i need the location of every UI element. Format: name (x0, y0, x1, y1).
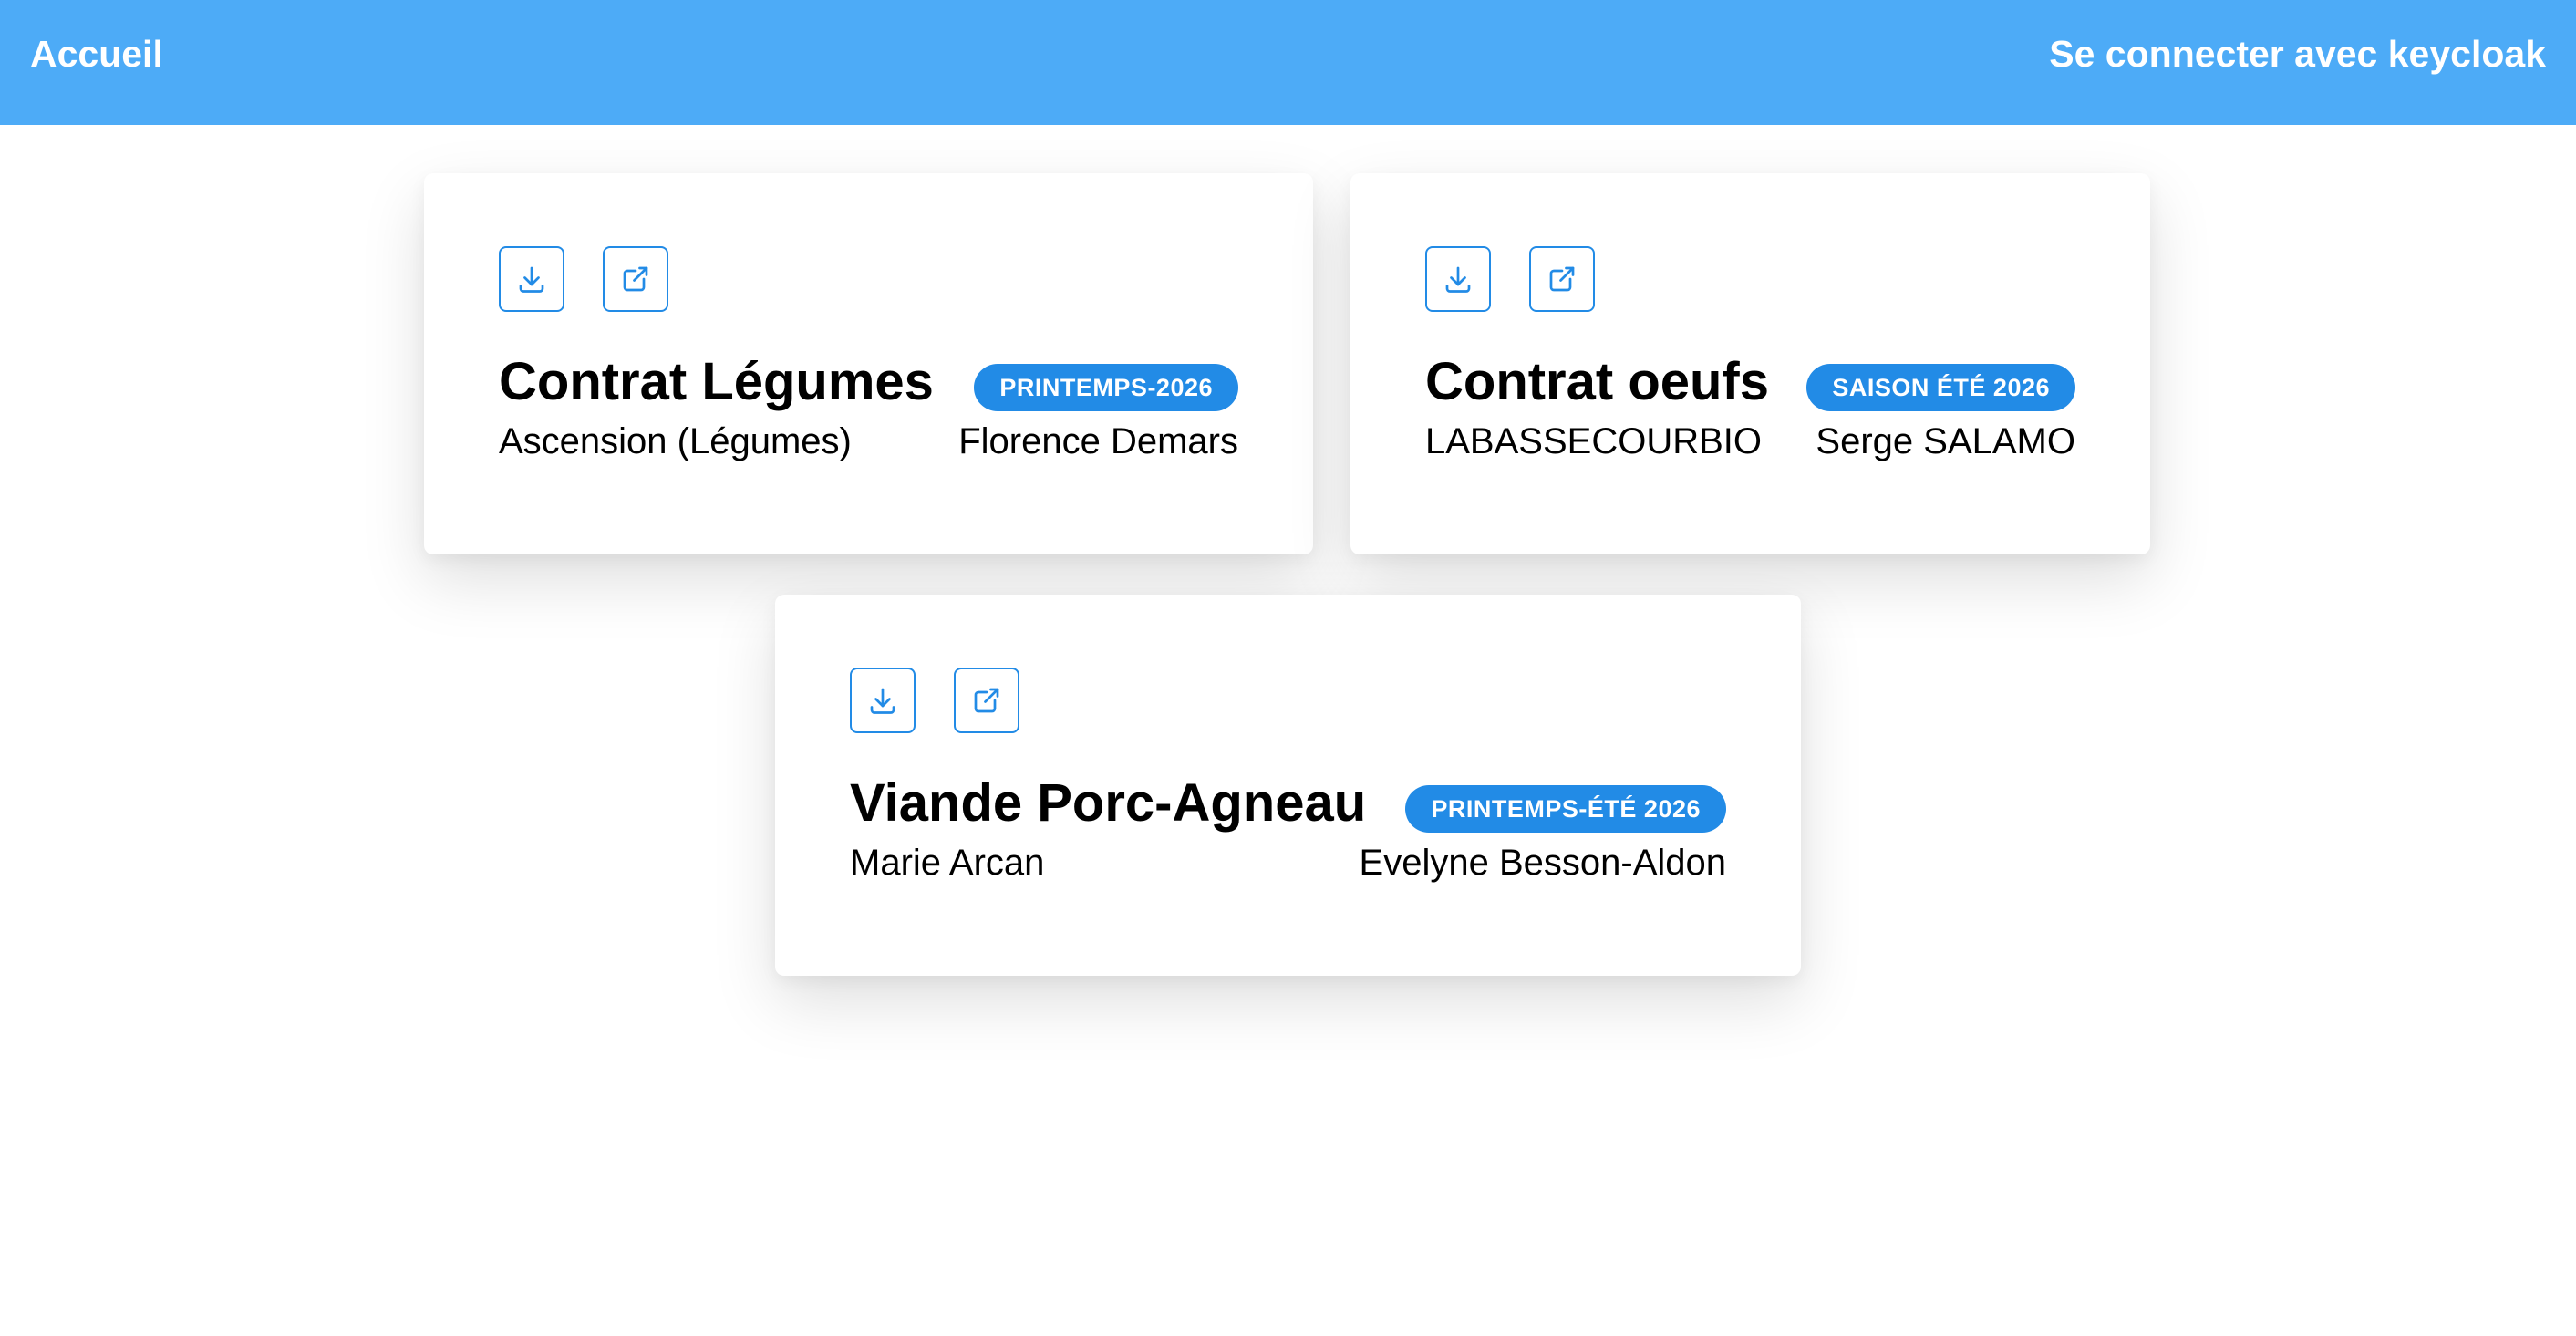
download-button[interactable] (850, 668, 916, 733)
keycloak-login-link[interactable]: Se connecter avec keycloak (2049, 0, 2546, 109)
season-badge: SAISON ÉTÉ 2026 (1806, 364, 2075, 411)
external-link-icon (1549, 266, 1575, 292)
producer-name: Marie Arcan (850, 843, 1045, 883)
card-title-row: Contrat oeufs SAISON ÉTÉ 2026 (1425, 351, 2075, 413)
referent-name: Florence Demars (958, 421, 1238, 461)
referent-name: Serge SALAMO (1816, 421, 2075, 461)
season-badge: PRINTEMPS-ÉTÉ 2026 (1405, 785, 1726, 833)
download-button[interactable] (1425, 246, 1491, 312)
download-icon (1445, 266, 1471, 293)
external-link-icon (974, 688, 999, 713)
card-meta-row: Ascension (Légumes) Florence Demars (499, 418, 1238, 465)
home-link[interactable]: Accueil (30, 0, 163, 109)
download-button[interactable] (499, 246, 564, 312)
open-button[interactable] (1529, 246, 1595, 312)
contract-title: Contrat Légumes (499, 352, 934, 411)
producer-name: Ascension (Légumes) (499, 421, 852, 461)
contract-card: Contrat oeufs SAISON ÉTÉ 2026 LABASSECOU… (1350, 173, 2150, 554)
download-icon (870, 688, 895, 714)
card-title-row: Viande Porc-Agneau PRINTEMPS-ÉTÉ 2026 (850, 772, 1726, 834)
producer-name: LABASSECOURBIO (1425, 421, 1763, 461)
season-badge: PRINTEMPS-2026 (974, 364, 1238, 411)
card-meta-row: Marie Arcan Evelyne Besson-Aldon (850, 839, 1726, 886)
top-navbar: Accueil Se connecter avec keycloak (0, 0, 2576, 125)
contract-title: Viande Porc-Agneau (850, 773, 1367, 833)
contract-card: Contrat Légumes PRINTEMPS-2026 Ascension… (424, 173, 1313, 554)
open-button[interactable] (603, 246, 668, 312)
download-icon (519, 266, 544, 293)
open-button[interactable] (954, 668, 1019, 733)
external-link-icon (623, 266, 648, 292)
contract-card: Viande Porc-Agneau PRINTEMPS-ÉTÉ 2026 Ma… (775, 595, 1801, 976)
referent-name: Evelyne Besson-Aldon (1359, 843, 1726, 883)
card-meta-row: LABASSECOURBIO Serge SALAMO (1425, 418, 2075, 465)
card-title-row: Contrat Légumes PRINTEMPS-2026 (499, 351, 1238, 413)
contract-title: Contrat oeufs (1425, 352, 1769, 411)
